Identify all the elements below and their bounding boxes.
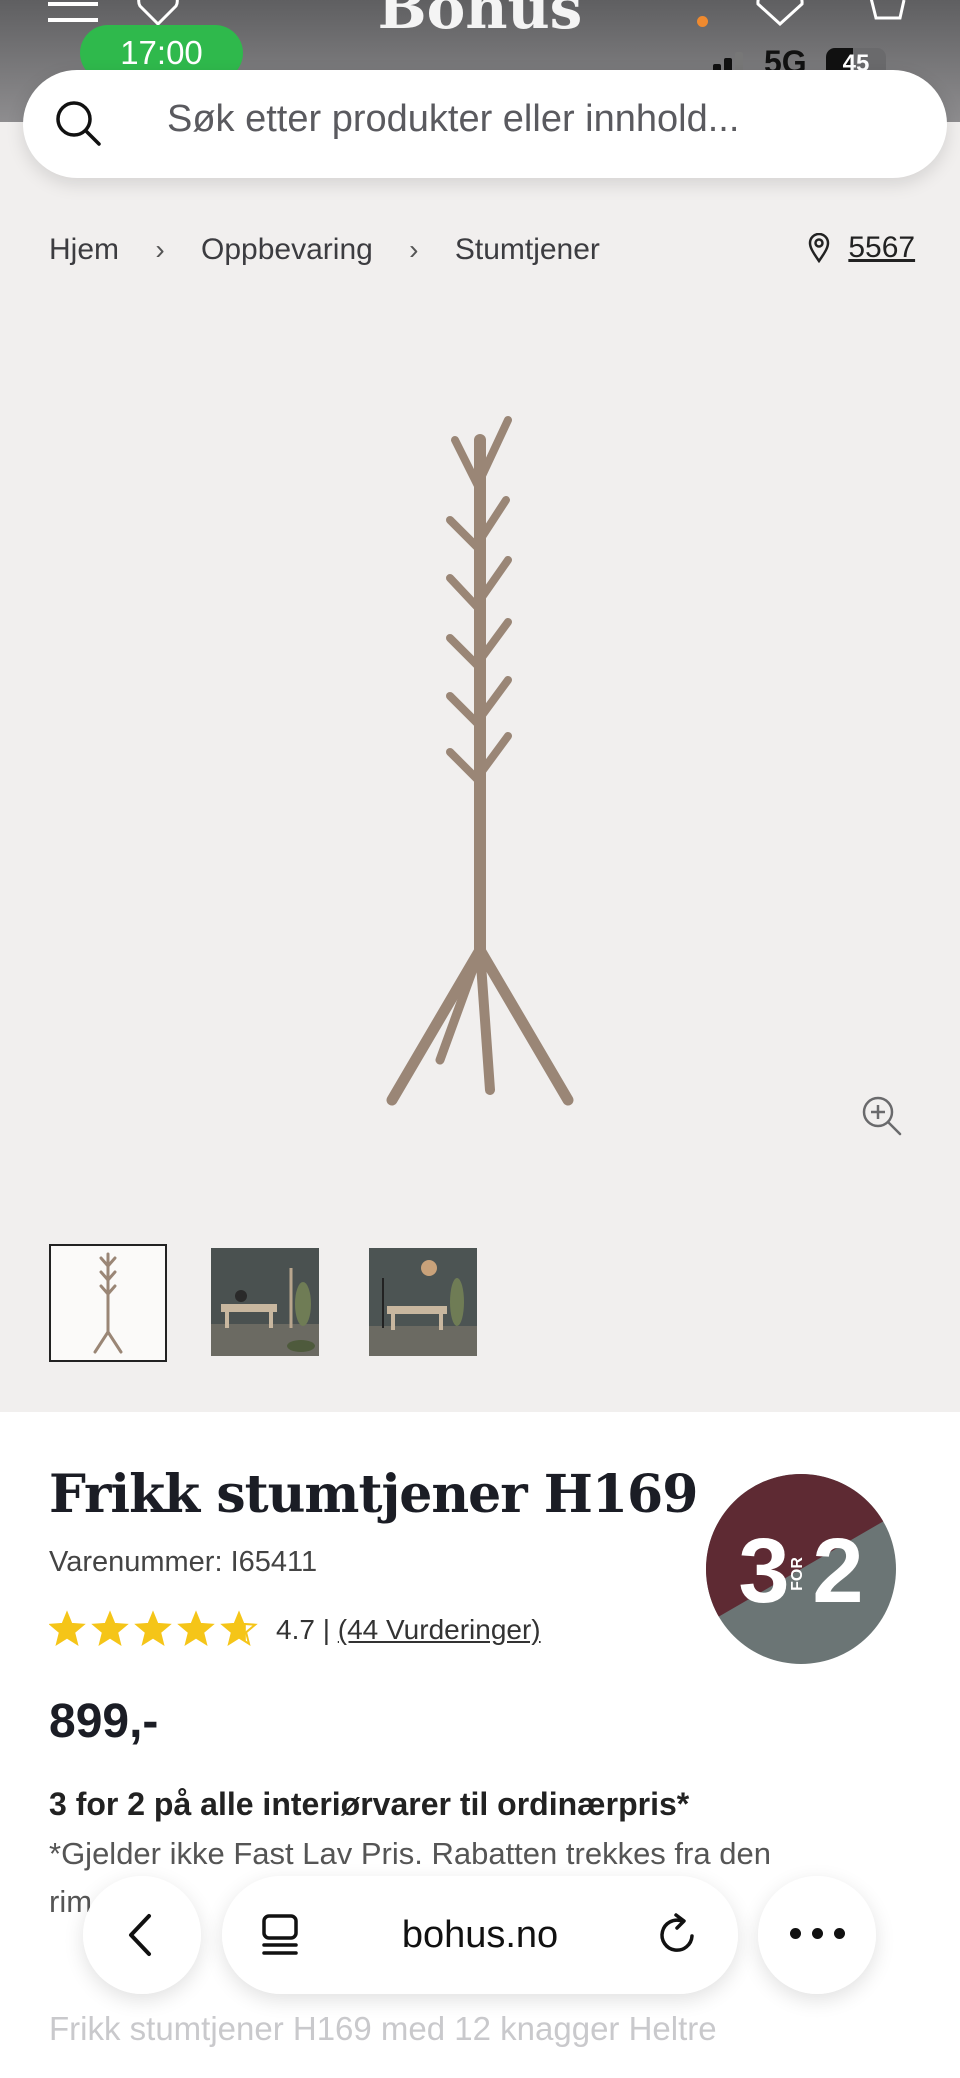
product-price: 899,- <box>49 1695 159 1748</box>
more-dots-icon <box>788 1928 848 1942</box>
product-image[interactable] <box>370 410 590 1110</box>
breadcrumb: Hjem › Oppbevaring › Stumtjener <box>49 232 600 267</box>
thumbnail-1[interactable] <box>49 1244 167 1362</box>
thumbnail-2[interactable] <box>211 1248 319 1356</box>
thumbnail-coat-rack <box>93 1252 123 1354</box>
badge-number-3: 3 <box>738 1520 789 1622</box>
product-description-preview: Frikk stumtjener H169 med 12 knagger Hel… <box>49 2010 717 2047</box>
badge-for: FOR <box>789 1557 806 1591</box>
rating-summary: 4.7 | (44 Vurderinger) <box>276 1614 541 1646</box>
star-icon <box>91 1610 129 1646</box>
location-pin-icon <box>808 233 830 264</box>
rating-stars[interactable] <box>49 1610 265 1650</box>
address-bar[interactable]: bohus.no <box>222 1876 738 1994</box>
thumbnail-3[interactable] <box>369 1248 477 1356</box>
more-button[interactable] <box>758 1876 876 1994</box>
cart-icon[interactable] <box>860 0 906 28</box>
breadcrumb-home[interactable]: Hjem <box>49 233 119 267</box>
breadcrumb-oppbevaring[interactable]: Oppbevaring <box>201 233 373 267</box>
chevron-right-icon: › <box>409 234 419 266</box>
badge-number-2: 2 <box>812 1520 863 1622</box>
thumbnail-room-scene <box>369 1260 477 1356</box>
chevron-right-icon: › <box>155 234 165 266</box>
rating-value: 4.7 <box>276 1614 315 1645</box>
rating-separator: | <box>322 1614 330 1645</box>
product-sku: Varenummer: I65411 <box>49 1546 318 1578</box>
star-icon <box>177 1610 215 1646</box>
reload-icon[interactable] <box>656 1912 700 1958</box>
thumbnail-room-scene <box>211 1268 319 1356</box>
product-title: Frikk stumtjener H169 <box>49 1464 698 1525</box>
notification-dot <box>697 16 708 27</box>
zoom-in-icon[interactable] <box>860 1094 904 1138</box>
breadcrumb-stumtjener[interactable]: Stumtjener <box>455 233 600 267</box>
search-icon <box>56 101 101 146</box>
back-button[interactable] <box>83 1876 201 1994</box>
3-for-2-badge: 3 FOR 2 <box>706 1474 896 1664</box>
store-selector[interactable]: 5567 <box>808 230 915 265</box>
search-input[interactable]: Søk etter produkter eller innhold... <box>167 98 739 141</box>
search-bar[interactable]: Søk etter produkter eller innhold... <box>23 70 947 178</box>
promo-heading: 3 for 2 på alle interiørvarer til ordinæ… <box>49 1786 690 1822</box>
star-icon <box>49 1610 86 1646</box>
wishlist-icon[interactable] <box>754 0 806 26</box>
store-code[interactable]: 5567 <box>848 231 915 264</box>
menu-icon[interactable] <box>48 0 98 24</box>
browser-toolbar: bohus.no <box>0 1860 960 2010</box>
star-icon <box>134 1610 172 1646</box>
chevron-left-icon <box>129 1914 151 1956</box>
reviews-link[interactable]: (44 Vurderinger) <box>338 1614 541 1645</box>
heart-icon[interactable] <box>136 0 180 26</box>
